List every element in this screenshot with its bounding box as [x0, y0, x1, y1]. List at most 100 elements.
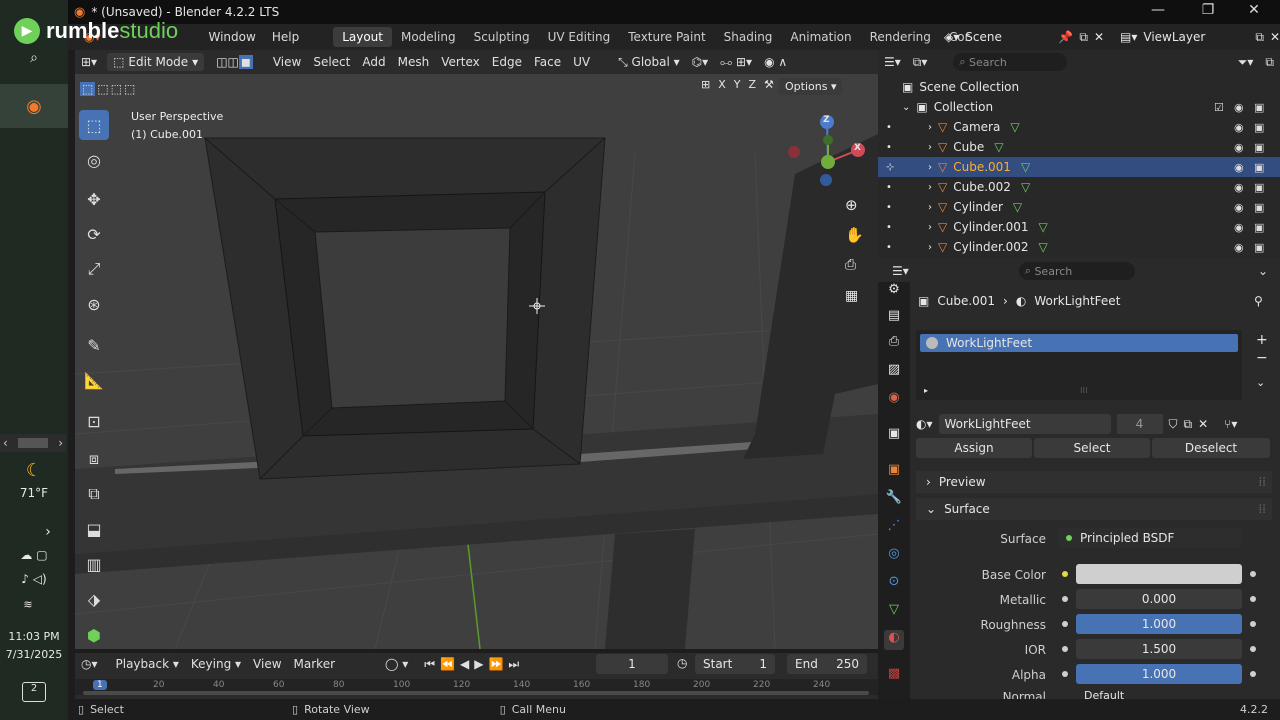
chevron-right-icon[interactable]: ›	[928, 122, 932, 133]
chevron-right-icon[interactable]: ›	[928, 182, 932, 193]
move-tool-icon[interactable]: ✥	[79, 184, 109, 214]
minimize-icon[interactable]: —	[1140, 2, 1176, 18]
material-datablock[interactable]: ◐▾ WorkLightFeet 4 ⛉ ⧉ ✕ ⑂▾	[916, 414, 1280, 434]
tab-modeling[interactable]: Modeling	[392, 27, 465, 47]
menu-edge[interactable]: Edge	[486, 53, 528, 71]
inset-tool-icon[interactable]: ⧉	[79, 479, 109, 509]
camera-icon[interactable]: ▣	[1254, 201, 1264, 214]
metallic-field[interactable]: 0.000	[1076, 589, 1242, 609]
select-dot[interactable]: •	[886, 142, 892, 153]
3d-viewport[interactable]: User Perspective (1) Cube.001 ⊞ X Y Z ⚒ …	[75, 74, 878, 649]
measure-tool-icon[interactable]: 📐	[79, 365, 109, 395]
add-cube-tool-icon[interactable]: ⊡	[79, 406, 109, 436]
notification-icon[interactable]: 2	[22, 682, 46, 702]
properties-editor-icon[interactable]: ☰▾	[886, 262, 915, 280]
material-tab-icon[interactable]: ◐	[884, 630, 904, 650]
start-frame-field[interactable]: Start 1	[695, 654, 775, 674]
keyframe-dot[interactable]	[1250, 621, 1256, 627]
menu-marker[interactable]: Marker	[288, 655, 341, 673]
clock-time[interactable]: 11:03 PM	[2, 630, 66, 643]
pin-icon[interactable]: ⚲	[1254, 294, 1263, 308]
outliner-search-input[interactable]: ⌕ Search	[953, 53, 1068, 71]
chevron-down-icon[interactable]: ⌄	[902, 102, 910, 113]
scene-collection-row[interactable]: ▣ Scene Collection	[878, 77, 1280, 97]
close-icon[interactable]: ✕	[1236, 2, 1272, 18]
select-dot[interactable]: •	[886, 242, 892, 253]
close-icon[interactable]: ✕	[1270, 30, 1280, 44]
drag-handle-icon[interactable]: ⁞⁞	[1258, 502, 1266, 516]
filter-icon[interactable]: ⏷▾	[1232, 53, 1260, 72]
tab-texture-paint[interactable]: Texture Paint	[619, 27, 714, 47]
close-icon[interactable]: ✕	[1094, 30, 1104, 44]
cursor-tool-icon[interactable]: ◎	[79, 145, 109, 175]
menu-help[interactable]: Help	[264, 30, 307, 44]
loop-cut-tool-icon[interactable]: ▥	[79, 549, 109, 579]
clock-date[interactable]: 7/31/2025	[2, 648, 66, 661]
wifi-icon[interactable]: ≋	[18, 598, 38, 611]
navigation-gizmo[interactable]: Z X	[775, 114, 875, 194]
tab-layout[interactable]: Layout	[333, 27, 392, 47]
node-tree-icon[interactable]: ⑂▾	[1224, 417, 1237, 431]
pan-hand-icon[interactable]: ✋	[845, 226, 864, 244]
outliner-row[interactable]: • › ▽ Camera ▽ ◉ ▣	[878, 117, 1280, 137]
tray-icons-row2[interactable]: ♪ ◁)	[14, 572, 54, 586]
eye-icon[interactable]: ◉	[1234, 161, 1244, 174]
display-mode-icon[interactable]: ⧉▾	[907, 53, 934, 72]
collection-tab-icon[interactable]: ▣	[884, 426, 904, 446]
tool-tab-icon[interactable]: ⚙	[884, 282, 904, 302]
user-count[interactable]: 4	[1116, 414, 1163, 434]
object-tab-icon[interactable]: ▣	[884, 462, 904, 482]
output-tab-icon[interactable]: ⎙	[884, 334, 904, 354]
select-dot[interactable]: •	[886, 202, 892, 213]
material-browse-icon[interactable]: ◐▾	[916, 417, 933, 431]
new-viewlayer-icon[interactable]: ⧉	[1255, 30, 1264, 45]
surface-shader-field[interactable]: Principled BSDF	[1058, 528, 1242, 548]
pivot-icon[interactable]: ⌬▾	[686, 53, 715, 71]
menu-select[interactable]: Select	[307, 53, 356, 71]
material-slot-list[interactable]: WorkLightFeet ▸ ⁝⁝⁝	[916, 330, 1242, 400]
outliner-editor-icon[interactable]: ☰▾	[878, 53, 907, 71]
annotate-tool-icon[interactable]: ✎	[79, 330, 109, 360]
properties-search-input[interactable]: ⌕ Search	[1018, 262, 1135, 280]
scene-tab-icon[interactable]: ◉	[884, 390, 904, 410]
menu-mesh[interactable]: Mesh	[392, 53, 436, 71]
drag-handle-icon[interactable]: ⁞⁞	[1258, 475, 1266, 489]
camera-icon[interactable]: ▣	[1254, 161, 1264, 174]
assign-button[interactable]: Assign	[916, 438, 1032, 458]
timeline-scrollbar[interactable]	[83, 691, 869, 695]
eye-icon[interactable]: ◉	[1234, 101, 1244, 114]
scene-selector[interactable]: ◈▾ Scene 📌 ⧉ ✕	[944, 26, 1104, 48]
outliner-row[interactable]: • › ▽ Cylinder.001 ▽ ◉ ▣	[878, 217, 1280, 237]
eye-icon[interactable]: ◉	[1234, 241, 1244, 254]
proportional-edit-icon[interactable]: ◉ ∧	[758, 53, 793, 71]
outliner-row[interactable]: • › ▽ Cylinder.002 ▽ ◉ ▣	[878, 237, 1280, 257]
remove-slot-icon[interactable]: −	[1256, 350, 1268, 366]
camera-icon[interactable]: ▣	[1254, 181, 1264, 194]
snap-icon[interactable]: ⧟ ⊞▾	[714, 53, 758, 72]
constraints-tab-icon[interactable]: ⊙	[884, 574, 904, 594]
mode-dropdown[interactable]: ⬚ Edit Mode ▾	[107, 53, 205, 71]
restore-icon[interactable]: ❐	[1190, 2, 1226, 18]
transform-tool-icon[interactable]: ⊛	[79, 289, 109, 319]
eye-icon[interactable]: ◉	[1234, 221, 1244, 234]
camera-icon[interactable]: ▣	[1254, 221, 1264, 234]
render-tab-icon[interactable]: ▤	[884, 308, 904, 328]
texture-tab-icon[interactable]: ▩	[884, 666, 904, 686]
select-box-modes[interactable]: ⬚ ⬚ ⬚ ⬚	[80, 82, 135, 96]
chevron-right-icon[interactable]: ›	[928, 222, 932, 233]
outliner-row[interactable]: • › ▽ Cube ▽ ◉ ▣	[878, 137, 1280, 157]
menu-timeline-view[interactable]: View	[247, 655, 287, 673]
unlink-icon[interactable]: ✕	[1198, 417, 1208, 431]
axis-y-toggle[interactable]: Y	[734, 78, 741, 91]
duplicate-icon[interactable]: ⧉	[1184, 417, 1193, 432]
search-icon[interactable]: ⌕	[20, 50, 48, 72]
camera-icon[interactable]: ▣	[1254, 121, 1264, 134]
ior-field[interactable]: 1.500	[1076, 639, 1242, 659]
camera-icon[interactable]: ▣	[1254, 241, 1264, 254]
timeline-editor-icon[interactable]: ◷▾	[75, 655, 104, 673]
taskbar-scroller[interactable]: ‹ ›	[0, 434, 66, 452]
eye-icon[interactable]: ◉	[1234, 121, 1244, 134]
chevron-right-icon[interactable]: ›	[928, 202, 932, 213]
menu-uv[interactable]: UV	[567, 53, 596, 71]
select-dot[interactable]: •	[886, 222, 892, 233]
